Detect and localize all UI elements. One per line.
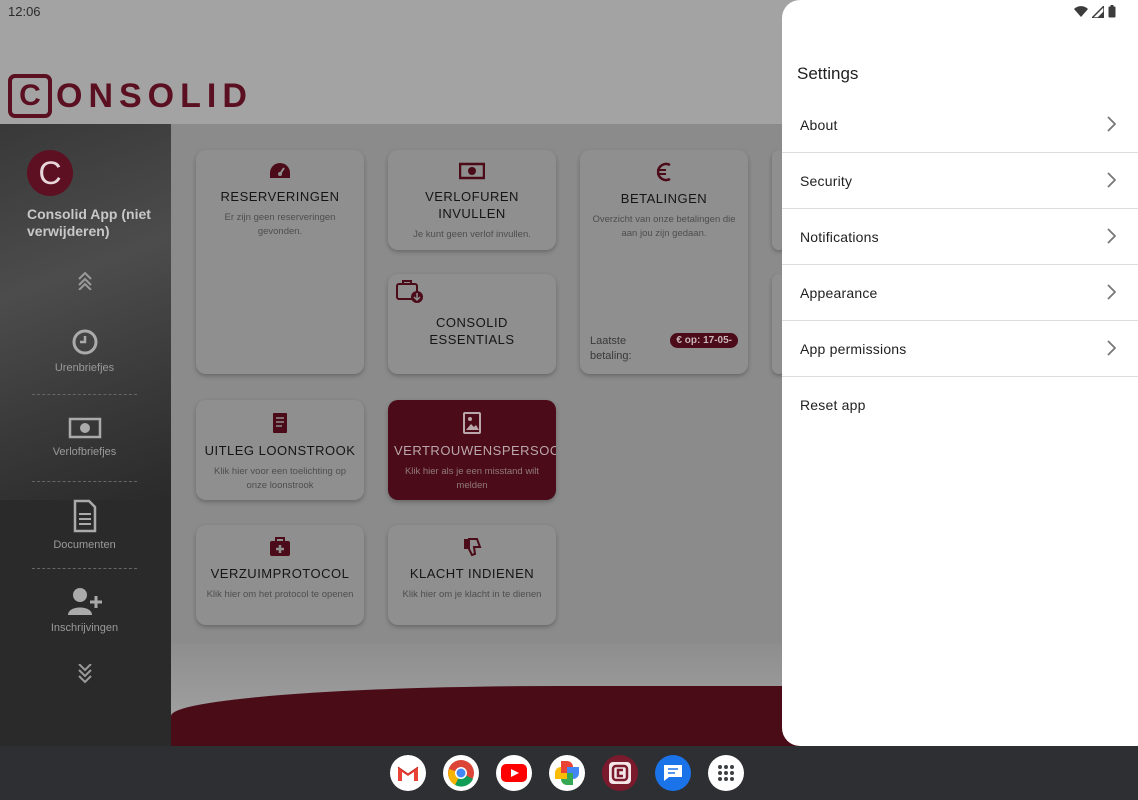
card-title: BETALINGEN: [620, 191, 708, 206]
card-description: Klik hier om het protocol te openen: [206, 589, 354, 600]
card-betalingen[interactable]: BETALINGEN Overzicht van onze betalingen…: [580, 150, 748, 374]
card-title: VERLOFUREN INVULLEN: [425, 189, 519, 221]
chrome-icon[interactable]: [443, 755, 479, 791]
sidebar-item-label: Verlofbriefjes: [52, 446, 117, 458]
settings-item-about[interactable]: About: [782, 97, 1138, 153]
status-time: 12:06: [8, 4, 41, 19]
sidebar-item-label: Urenbriefjes: [54, 362, 115, 374]
user-title: Consolid App (niet verwijderen): [27, 206, 151, 239]
scroll-down-icon[interactable]: [75, 663, 95, 689]
card-title: VERTROUWENSPERSOON: [394, 443, 556, 458]
last-payment-label: Laatste betaling:: [590, 335, 632, 362]
card-description: Klik hier om je klacht in te dienen: [402, 589, 542, 600]
card-vertrouwenspersoon[interactable]: VERTROUWENSPERSOON Klik hier als je een …: [388, 400, 556, 500]
sidebar-item-label: Inschrijvingen: [50, 622, 119, 634]
wifi-icon: [1074, 5, 1088, 17]
settings-item-reset-app[interactable]: Reset app: [782, 377, 1138, 433]
card-title: KLACHT INDIENEN: [409, 566, 535, 581]
settings-item-notifications[interactable]: Notifications: [782, 209, 1138, 265]
app-drawer-icon[interactable]: [708, 755, 744, 791]
scroll-up-icon[interactable]: [75, 270, 95, 295]
logo-mark: C: [8, 74, 52, 118]
card-description: Klik hier voor een toelichting op onze l…: [213, 466, 347, 491]
divider: [32, 394, 137, 395]
sidebar-item-documenten[interactable]: Documenten: [32, 499, 137, 551]
medkit-icon: [270, 537, 290, 556]
card-title: UITLEG LOONSTROOK: [204, 443, 356, 458]
card-reserveringen[interactable]: RESERVERINGEN Er zijn geen reserveringen…: [196, 150, 364, 374]
signal-icon: [1092, 5, 1104, 18]
settings-item-label: Security: [800, 172, 853, 189]
card-consolid-essentials[interactable]: CONSOLID ESSENTIALS: [388, 274, 556, 374]
chevron-right-icon: [1107, 228, 1116, 244]
youtube-icon[interactable]: [496, 755, 532, 791]
card-description: Je kunt geen verlof invullen.: [413, 229, 531, 240]
logo-letter: C: [19, 79, 41, 112]
divider: [32, 568, 137, 569]
image-icon: [463, 412, 481, 434]
settings-menu: About Security Notifications Appearance …: [782, 97, 1138, 433]
card-klacht-indienen[interactable]: KLACHT INDIENEN Klik hier om je klacht i…: [388, 525, 556, 625]
settings-title: Settings: [797, 64, 859, 83]
photos-icon[interactable]: [549, 755, 585, 791]
settings-item-label: About: [800, 116, 838, 133]
sidebar: C Consolid App (niet verwijderen) Urenbr…: [0, 124, 171, 746]
card-description: Overzicht van onze betalingen die aan jo…: [592, 214, 736, 239]
card-title: RESERVERINGEN: [220, 189, 340, 204]
settings-item-label: Reset app: [800, 397, 866, 413]
settings-item-security[interactable]: Security: [782, 153, 1138, 209]
logo-text: ONSOLID: [56, 76, 253, 115]
briefcase-download-icon: [396, 280, 423, 303]
sidebar-item-urenbriefjes[interactable]: Urenbriefjes: [32, 328, 137, 374]
clock-icon: [72, 329, 97, 355]
card-uitleg-loonstrook[interactable]: UITLEG LOONSTROOK Klik hier voor een toe…: [196, 400, 364, 500]
card-description: Klik hier als je een misstand wilt melde…: [404, 466, 540, 491]
document-icon: [73, 499, 96, 533]
battery-icon: [1108, 5, 1116, 18]
settings-item-label: Notifications: [800, 228, 879, 245]
money-icon: [68, 417, 101, 439]
settings-panel: Settings About Security Notifications Ap…: [782, 0, 1138, 746]
money-icon: [459, 162, 485, 180]
chevron-right-icon: [1107, 340, 1116, 356]
card-description: Er zijn geen reserveringen gevonden.: [224, 212, 336, 237]
messages-icon[interactable]: [655, 755, 691, 791]
euro-icon: [656, 162, 671, 182]
card-title: VERZUIMPROTOCOL: [210, 566, 350, 581]
card-verlofuren-invullen[interactable]: VERLOFUREN INVULLEN Je kunt geen verlof …: [388, 150, 556, 250]
receipt-icon: [273, 413, 287, 433]
chevron-right-icon: [1107, 116, 1116, 132]
card-title: CONSOLID ESSENTIALS: [429, 315, 515, 347]
thumbs-down-icon: [464, 538, 482, 557]
sidebar-item-inschrijvingen[interactable]: Inschrijvingen: [32, 586, 137, 634]
sidebar-item-label: Documenten: [53, 539, 116, 551]
settings-item-label: App permissions: [800, 340, 907, 357]
chevron-right-icon: [1107, 284, 1116, 300]
settings-item-app-permissions[interactable]: App permissions: [782, 321, 1138, 377]
dashboard-icon: [270, 163, 290, 178]
settings-item-label: Appearance: [800, 284, 878, 301]
consolid-logo: C ONSOLID: [8, 74, 253, 118]
add-user-icon: [67, 588, 102, 615]
last-payment-badge: € op: 17-05-: [670, 333, 738, 348]
app-dock: [390, 755, 744, 791]
sidebar-item-verlofbriefjes[interactable]: Verlofbriefjes: [32, 416, 137, 458]
divider: [32, 481, 137, 482]
card-verzuimprotocol[interactable]: VERZUIMPROTOCOL Klik hier om het protoco…: [196, 525, 364, 625]
system-status-icons: [1074, 5, 1116, 18]
taskbar: [0, 746, 1138, 800]
settings-item-appearance[interactable]: Appearance: [782, 265, 1138, 321]
avatar[interactable]: C: [27, 150, 73, 196]
consolid-app-icon[interactable]: [602, 755, 638, 791]
chevron-right-icon: [1107, 172, 1116, 188]
gmail-icon[interactable]: [390, 755, 426, 791]
